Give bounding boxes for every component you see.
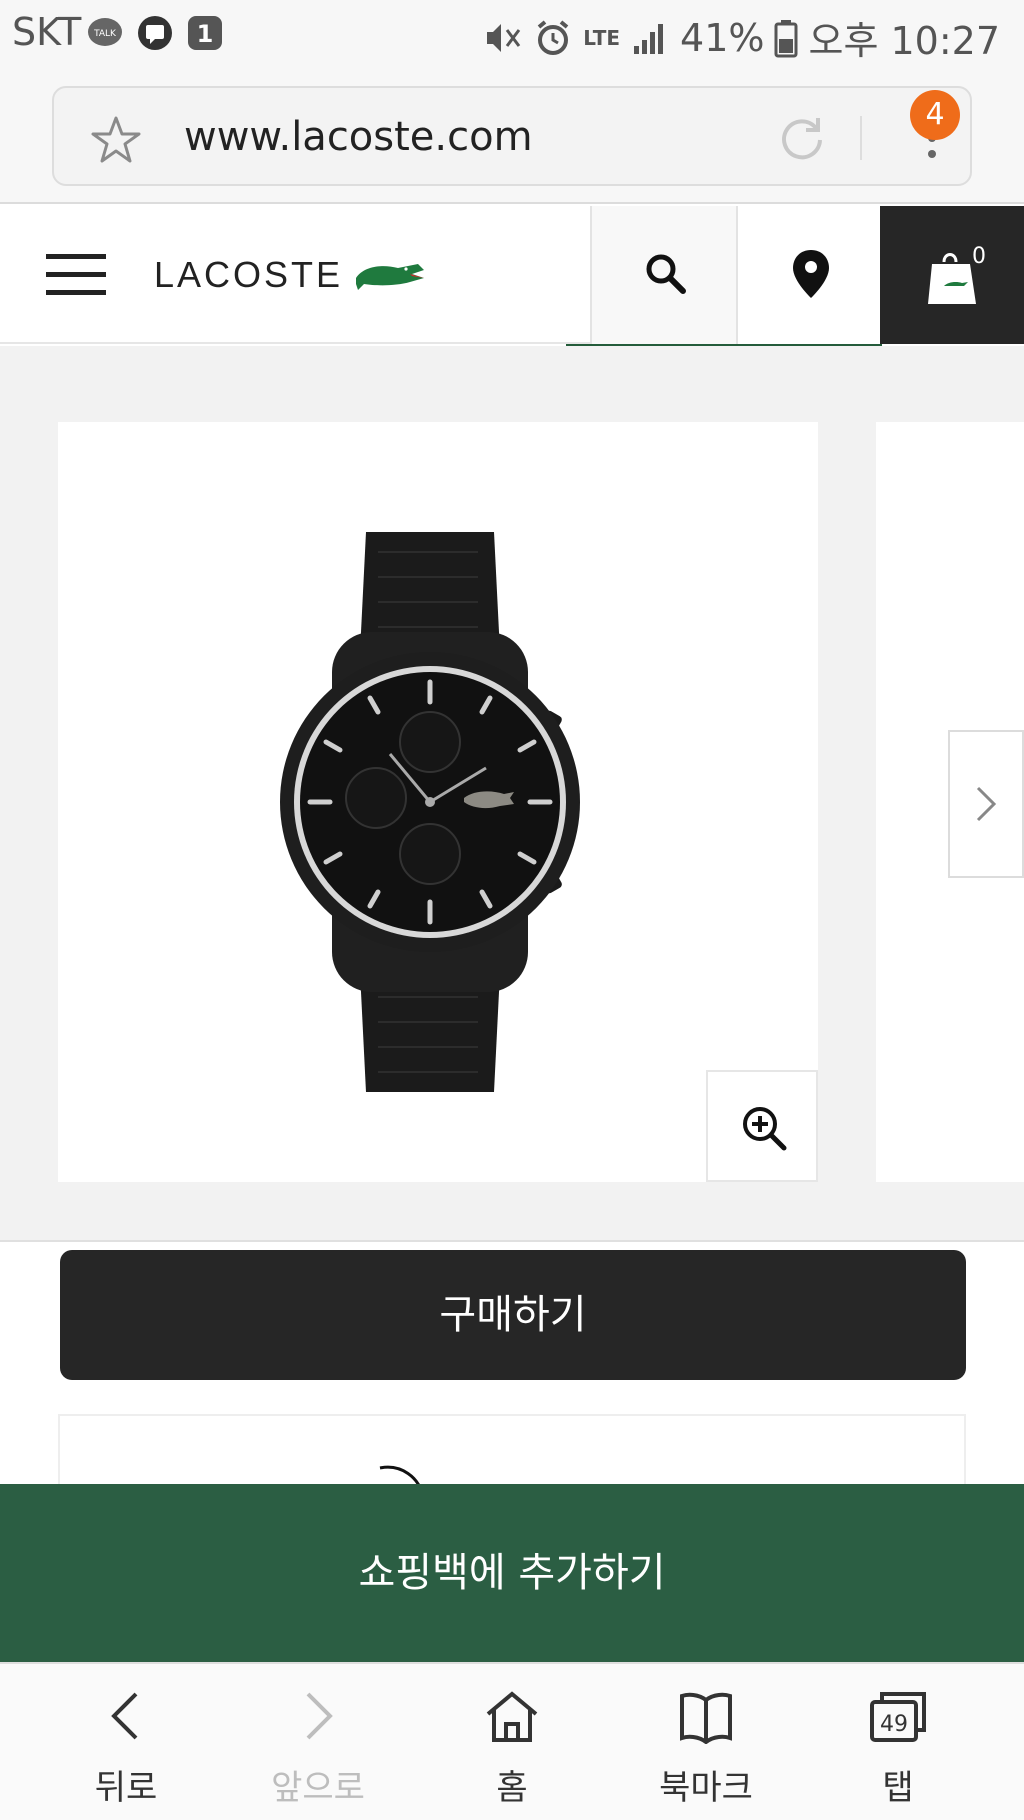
tabs-label: 탭 bbox=[882, 1768, 914, 1808]
bookmark-label: 북마크 bbox=[659, 1768, 753, 1808]
browser-toolbar: www.lacoste.com 4 bbox=[0, 68, 1024, 204]
status-bar: SKT TALK 1 LTE 41% 오후 10:27 bbox=[0, 0, 1024, 68]
menu-badge: 4 bbox=[910, 90, 960, 140]
status-right: LTE 41% 오후 10:27 bbox=[483, 10, 1000, 65]
home-button[interactable]: 홈 bbox=[410, 1664, 614, 1820]
chevron-right-icon bbox=[976, 786, 997, 822]
home-icon bbox=[486, 1691, 538, 1742]
signal-icon bbox=[634, 23, 664, 54]
browser-bottom-bar: 뒤로 앞으로 홈 북마크 49 탭 bbox=[0, 1662, 1024, 1820]
product-image bbox=[280, 532, 580, 1092]
forward-label: 앞으로 bbox=[271, 1768, 365, 1808]
loading-spinner-icon bbox=[379, 1465, 420, 1484]
address-divider bbox=[860, 116, 862, 160]
home-label: 홈 bbox=[496, 1768, 528, 1808]
forward-icon bbox=[306, 1692, 333, 1740]
store-locator-button[interactable] bbox=[736, 206, 882, 344]
address-bar[interactable]: www.lacoste.com bbox=[52, 86, 972, 186]
battery-icon bbox=[774, 19, 798, 57]
cart-count: 0 bbox=[972, 244, 986, 269]
tabs-button[interactable]: 49 탭 bbox=[796, 1664, 1000, 1820]
message-icon bbox=[138, 16, 172, 50]
notification-count: 1 bbox=[197, 20, 214, 48]
buy-button[interactable]: 구매하기 bbox=[60, 1250, 966, 1380]
location-pin-icon bbox=[793, 250, 829, 298]
back-icon bbox=[111, 1692, 138, 1740]
add-to-bag-button[interactable]: 쇼핑백에 추가하기 bbox=[0, 1484, 1024, 1662]
crocodile-logo-icon bbox=[356, 264, 424, 290]
talk-badge-text: TALK bbox=[93, 29, 117, 39]
lacoste-logo[interactable]: LACOSTE bbox=[154, 254, 343, 296]
next-image-button[interactable] bbox=[948, 730, 1024, 878]
tabs-icon: 49 bbox=[870, 1692, 926, 1742]
kakaotalk-icon: TALK bbox=[88, 18, 122, 46]
product-image-card[interactable] bbox=[58, 422, 818, 1182]
url-text[interactable]: www.lacoste.com bbox=[184, 114, 533, 160]
forward-button[interactable]: 앞으로 bbox=[216, 1664, 420, 1820]
shopping-bag-button[interactable]: 0 bbox=[880, 206, 1024, 344]
info-card bbox=[58, 1414, 966, 1484]
tabs-count: 49 bbox=[880, 1712, 908, 1737]
star-icon[interactable] bbox=[90, 114, 142, 166]
hamburger-menu-icon[interactable] bbox=[46, 254, 106, 298]
bookmark-button[interactable]: 북마크 bbox=[604, 1664, 808, 1820]
network-type: LTE bbox=[583, 25, 621, 50]
search-button[interactable] bbox=[590, 206, 736, 344]
clock: 오후 10:27 bbox=[808, 19, 1000, 63]
zoom-in-icon bbox=[743, 1107, 787, 1151]
alarm-icon bbox=[537, 19, 569, 55]
bookmark-icon bbox=[680, 1692, 732, 1744]
product-gallery bbox=[0, 346, 1024, 1242]
reload-icon[interactable] bbox=[776, 112, 828, 164]
site-header: LACOSTE 0 bbox=[0, 206, 1024, 344]
carrier-label: SKT bbox=[12, 10, 82, 54]
battery-percent: 41% bbox=[680, 15, 765, 60]
back-label: 뒤로 bbox=[94, 1768, 158, 1808]
zoom-button[interactable] bbox=[706, 1070, 818, 1182]
back-button[interactable]: 뒤로 bbox=[24, 1664, 228, 1820]
notification-count-icon: 1 bbox=[188, 16, 222, 50]
vibrate-mute-icon bbox=[487, 23, 521, 52]
search-icon bbox=[646, 254, 686, 294]
